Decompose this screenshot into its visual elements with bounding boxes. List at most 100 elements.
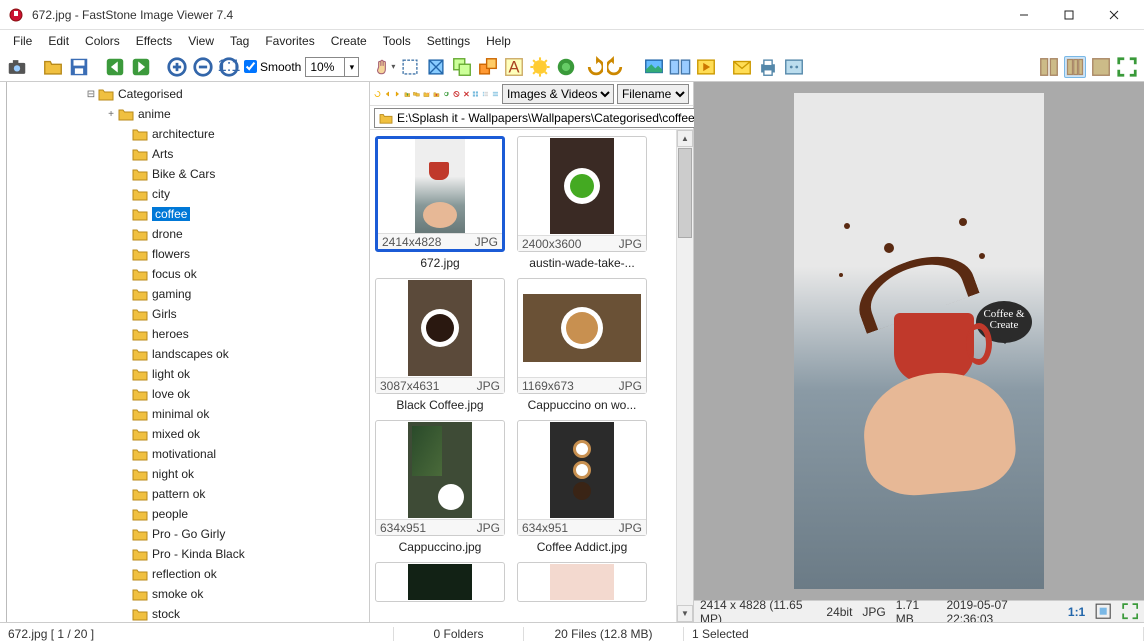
folder-tree-panel[interactable]: ⊟Categorised+animearchitectureArtsBike &… — [0, 82, 370, 622]
scroll-up-icon[interactable]: ▲ — [677, 130, 693, 147]
fit-window-icon[interactable] — [1095, 603, 1111, 621]
menu-view[interactable]: View — [181, 32, 221, 50]
crop-icon[interactable] — [425, 56, 447, 78]
tree-item-minimal-ok[interactable]: minimal ok — [0, 404, 369, 424]
tree-item-pattern-ok[interactable]: pattern ok — [0, 484, 369, 504]
up-folder-icon[interactable] — [404, 84, 411, 104]
hand-tool-icon[interactable]: ▾ — [373, 56, 395, 78]
forward-icon[interactable] — [130, 56, 152, 78]
smooth-checkbox[interactable]: Smooth — [244, 60, 301, 74]
fav-folder-icon[interactable] — [433, 84, 440, 104]
adjust-color-icon[interactable] — [529, 56, 551, 78]
menu-favorites[interactable]: Favorites — [258, 32, 321, 50]
effects-icon[interactable] — [555, 56, 577, 78]
acquire-icon[interactable] — [6, 56, 28, 78]
tree-item-pro-go-girly[interactable]: Pro - Go Girly — [0, 524, 369, 544]
tree-item-heroes[interactable]: heroes — [0, 324, 369, 344]
wallpaper-icon[interactable] — [643, 56, 665, 78]
settings-icon[interactable] — [783, 56, 805, 78]
tree-item-girls[interactable]: Girls — [0, 304, 369, 324]
view-thumbs-icon[interactable] — [472, 84, 479, 104]
thumb-item[interactable] — [374, 562, 506, 602]
email-icon[interactable] — [731, 56, 753, 78]
scroll-thumb[interactable] — [678, 148, 692, 238]
compare-icon[interactable] — [669, 56, 691, 78]
nav-back-icon[interactable] — [384, 84, 391, 104]
rotate-left-icon[interactable] — [581, 56, 603, 78]
rotate-right-icon[interactable] — [607, 56, 629, 78]
thumb-item[interactable]: 634x951JPGCoffee Addict.jpg — [516, 420, 648, 554]
text-icon[interactable]: A — [503, 56, 525, 78]
new-folder-icon[interactable]: ★ — [423, 84, 430, 104]
refresh-icon[interactable] — [443, 84, 450, 104]
expander-icon[interactable]: + — [104, 109, 118, 120]
tree-item-mixed-ok[interactable]: mixed ok — [0, 424, 369, 444]
zoom-combo[interactable]: ▾ — [305, 57, 359, 77]
slideshow-icon[interactable] — [695, 56, 717, 78]
thumb-item[interactable]: 3087x4631JPGBlack Coffee.jpg — [374, 278, 506, 412]
tree-item-focus-ok[interactable]: focus ok — [0, 264, 369, 284]
thumb-item[interactable]: 1169x673JPGCappuccino on wo... — [516, 278, 648, 412]
menu-tools[interactable]: Tools — [376, 32, 418, 50]
tree-item-motivational[interactable]: motivational — [0, 444, 369, 464]
resize-icon[interactable] — [477, 56, 499, 78]
fullscreen-icon[interactable] — [1116, 56, 1138, 78]
history-icon[interactable] — [374, 84, 381, 104]
tree-item-gaming[interactable]: gaming — [0, 284, 369, 304]
thumb-item[interactable]: 2414x4828JPG672.jpg — [374, 136, 506, 270]
menu-file[interactable]: File — [6, 32, 39, 50]
tree-item-light-ok[interactable]: light ok — [0, 364, 369, 384]
menu-edit[interactable]: Edit — [41, 32, 76, 50]
close-button[interactable] — [1091, 1, 1136, 29]
thumb-item[interactable]: 2400x3600JPGaustin-wade-take-... — [516, 136, 648, 270]
minimize-button[interactable] — [1001, 1, 1046, 29]
view-details-icon[interactable] — [492, 84, 499, 104]
tree-item-bike-cars[interactable]: Bike & Cars — [0, 164, 369, 184]
save-icon[interactable] — [68, 56, 90, 78]
tree-item-love-ok[interactable]: love ok — [0, 384, 369, 404]
fullscreen-preview-icon[interactable] — [1122, 603, 1138, 621]
preview-area[interactable]: Coffee & Create — [694, 82, 1144, 600]
menu-tag[interactable]: Tag — [223, 32, 256, 50]
tree-item-arts[interactable]: Arts — [0, 144, 369, 164]
tree-item-landscapes-ok[interactable]: landscapes ok — [0, 344, 369, 364]
tree-item-anime[interactable]: +anime — [0, 104, 369, 124]
tree-item-architecture[interactable]: architecture — [0, 124, 369, 144]
zoom-dropdown-icon[interactable]: ▾ — [344, 58, 358, 76]
back-icon[interactable] — [104, 56, 126, 78]
sort-select[interactable]: Filename — [617, 84, 689, 104]
menu-effects[interactable]: Effects — [129, 32, 179, 50]
tree-item-drone[interactable]: drone — [0, 224, 369, 244]
tree-item-coffee[interactable]: coffee — [0, 204, 369, 224]
tree-item-stock[interactable]: stock — [0, 604, 369, 622]
folder-group-icon[interactable] — [413, 84, 420, 104]
scrollbar[interactable]: ▲ ▼ — [676, 130, 693, 622]
open-icon[interactable] — [42, 56, 64, 78]
print-icon[interactable] — [757, 56, 779, 78]
zoom-out-icon[interactable] — [192, 56, 214, 78]
maximize-button[interactable] — [1046, 1, 1091, 29]
tree-item-pro-kinda-black[interactable]: Pro - Kinda Black — [0, 544, 369, 564]
menu-colors[interactable]: Colors — [78, 32, 127, 50]
expander-icon[interactable]: ⊟ — [84, 89, 98, 100]
menu-help[interactable]: Help — [479, 32, 518, 50]
menu-settings[interactable]: Settings — [420, 32, 477, 50]
filter-select[interactable]: Images & Videos — [502, 84, 614, 104]
stop-icon[interactable] — [453, 84, 460, 104]
delete-icon[interactable] — [463, 84, 470, 104]
tree-item-night-ok[interactable]: night ok — [0, 464, 369, 484]
zoom-in-icon[interactable] — [166, 56, 188, 78]
address-input[interactable]: E:\Splash it - Wallpapers\Wallpapers\Cat… — [374, 108, 708, 128]
tree-item-flowers[interactable]: flowers — [0, 244, 369, 264]
thumb-item[interactable] — [516, 562, 648, 602]
zoom-input[interactable] — [306, 58, 344, 76]
nav-forward-icon[interactable] — [394, 84, 401, 104]
view-mode-1-icon[interactable] — [1038, 56, 1060, 78]
select-tool-icon[interactable] — [399, 56, 421, 78]
view-mode-3-icon[interactable] — [1090, 56, 1112, 78]
tree-item-people[interactable]: people — [0, 504, 369, 524]
view-mode-2-icon[interactable] — [1064, 56, 1086, 78]
actual-size-icon[interactable]: 1:1 — [218, 56, 240, 78]
tree-item-reflection-ok[interactable]: reflection ok — [0, 564, 369, 584]
tree-item-smoke-ok[interactable]: smoke ok — [0, 584, 369, 604]
